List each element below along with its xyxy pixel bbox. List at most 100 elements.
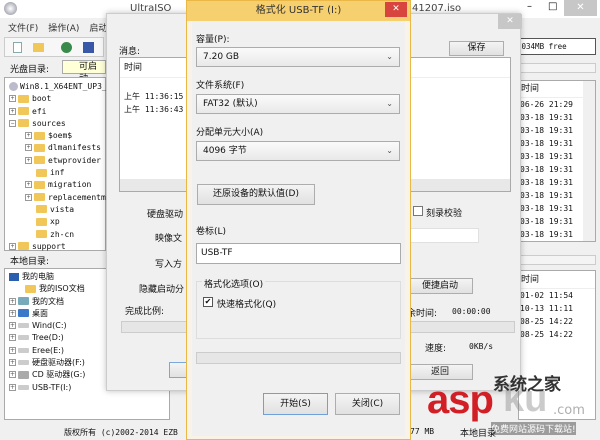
tree-item[interactable]: + efi	[9, 106, 105, 118]
tree-item-root[interactable]: Win8.1_X64ENT_UP3_	[9, 81, 107, 93]
close-button[interactable]: 关闭(C)	[335, 393, 400, 415]
menu-actions[interactable]: 操作(A)	[48, 21, 79, 34]
new-icon[interactable]	[13, 42, 22, 53]
filesystem-label: 文件系统(F)	[196, 81, 245, 91]
iso-tree: Win8.1_X64ENT_UP3_ + boot + efi − sources +…	[4, 77, 107, 253]
vertical-scrollbar[interactable]	[583, 81, 595, 241]
main-close-button[interactable]: ✕	[564, 0, 597, 16]
folder-icon	[18, 107, 29, 116]
hide-boot-label: 隐藏启动分	[139, 285, 185, 295]
folder-icon	[18, 94, 29, 103]
verify-checkbox[interactable]	[413, 206, 423, 216]
tree-item[interactable]: + dlmanifests	[9, 142, 105, 154]
tree-item[interactable]: zh-cn	[9, 229, 105, 241]
filesystem-select[interactable]: FAT32 (默认) ⌄	[196, 94, 400, 114]
quick-format-checkbox[interactable]: ✔	[203, 297, 213, 307]
format-title: 格式化 USB-TF (I:)	[187, 1, 410, 21]
tree-item[interactable]: − sources	[9, 118, 105, 130]
volume-label-input[interactable]: USB-TF	[196, 243, 401, 264]
tree-item[interactable]: + etwprovider	[9, 155, 105, 167]
disk-drive-label: 硬盘驱动	[147, 210, 184, 220]
folder-icon	[34, 193, 45, 202]
tree-item[interactable]: xp	[9, 216, 105, 228]
free-space-display: 1034MB free	[512, 38, 596, 55]
save-icon[interactable]	[83, 42, 94, 53]
file-row-time[interactable]: 08-25 14:22	[520, 315, 595, 328]
format-progress-bar	[196, 352, 401, 364]
capacity-select[interactable]: 7.20 GB ⌄	[196, 47, 400, 67]
folder-icon	[36, 205, 47, 214]
file-row-time[interactable]: 10-13 11:11	[520, 302, 595, 315]
tree-item[interactable]: + replacementm	[9, 192, 106, 204]
speed-label: 速度:	[425, 344, 447, 354]
allocation-size-label: 分配单元大小(A)	[196, 128, 264, 138]
folder-icon	[36, 217, 47, 226]
folder-icon	[36, 168, 47, 177]
burn-close-button[interactable]: ✕	[498, 14, 522, 29]
format-options-label: 格式化选项(O)	[202, 277, 266, 290]
cd-dir-label: 光盘目录:	[10, 65, 50, 75]
verify-label: 刻录校验	[426, 209, 463, 219]
drive-icon	[18, 360, 29, 366]
status-size: 77 MB	[410, 427, 435, 436]
remaining-label: 余时间:	[407, 309, 438, 319]
image-file-input[interactable]	[407, 228, 479, 243]
drive-icon	[18, 335, 29, 341]
cd-dir-field[interactable]: 可启动	[62, 60, 106, 84]
usb-drive-icon	[18, 384, 29, 390]
chevron-down-icon: ⌄	[386, 146, 393, 155]
menu-file[interactable]: 文件(F)	[8, 21, 38, 34]
documents-icon	[18, 297, 29, 306]
open-icon[interactable]	[33, 43, 44, 52]
folder-icon	[18, 242, 29, 251]
allocation-size-select[interactable]: 4096 字节 ⌄	[196, 141, 400, 161]
iso-file-list: 时间 06-26 21:29 03-18 19:31 03-18 19:31 03-1…	[518, 80, 596, 242]
image-file-label: 映像文	[155, 234, 183, 244]
computer-icon	[9, 272, 19, 281]
write-mode-label: 写入方	[155, 260, 183, 270]
extract-icon[interactable]	[61, 42, 72, 53]
tree-item[interactable]: + boot	[9, 93, 105, 105]
menu-boot[interactable]: 启动	[89, 21, 107, 34]
maximize-button[interactable]: □	[548, 1, 557, 12]
iso-docs-icon	[25, 284, 36, 293]
file-row-time[interactable]: 01-02 11:54	[520, 289, 595, 302]
progress-label: 完成比例:	[125, 307, 165, 317]
tree-item[interactable]: vista	[9, 204, 105, 216]
chevron-down-icon: ⌄	[386, 52, 393, 61]
minimize-button[interactable]: –	[527, 1, 532, 12]
quick-boot-button[interactable]: 便捷启动	[407, 278, 473, 294]
folder-icon	[18, 119, 29, 128]
start-button[interactable]: 开始(S)	[263, 393, 328, 415]
drive-icon	[18, 347, 29, 353]
drive-icon	[18, 323, 29, 329]
status-copyright: 版权所有 (c)2002-2014 EZB	[64, 428, 178, 437]
local-dir-label: 本地目录:	[10, 257, 50, 267]
chevron-down-icon: ⌄	[386, 99, 393, 108]
status-local: 本地目录	[460, 429, 497, 439]
cd-drive-icon	[18, 370, 29, 379]
file-row-time[interactable]: 08-25 14:22	[520, 328, 595, 341]
disc-icon	[9, 82, 18, 91]
save-button[interactable]: 保存	[449, 41, 504, 56]
format-dialog: 格式化 USB-TF (I:) ✕ 容量(P): 7.20 GB ⌄ 文件系统(F…	[186, 0, 411, 440]
remaining-time: 00:00:00	[452, 307, 491, 316]
local-path-field[interactable]	[518, 255, 596, 265]
menu-bar: 文件(F) 操作(A) 启动	[8, 21, 107, 34]
speed-value: 0KB/s	[469, 342, 494, 351]
tree-item[interactable]: + $oem$	[9, 130, 105, 142]
app-icon	[4, 2, 17, 15]
message-label: 消息:	[119, 47, 141, 57]
back-button[interactable]: 返回	[407, 364, 473, 380]
tree-item[interactable]: inf	[9, 167, 105, 179]
restore-defaults-button[interactable]: 还原设备的默认值(D)	[197, 184, 315, 205]
format-close-button[interactable]: ✕	[385, 2, 407, 17]
folder-icon	[34, 180, 45, 189]
column-header-time[interactable]: 时间	[519, 271, 595, 289]
desktop-icon	[18, 309, 29, 318]
quick-format-label: 快速格式化(Q)	[217, 300, 277, 310]
tree-item[interactable]: + support	[9, 241, 105, 253]
tree-item[interactable]: + migration	[9, 179, 105, 191]
toolbar	[4, 37, 104, 57]
path-field[interactable]	[518, 63, 596, 73]
